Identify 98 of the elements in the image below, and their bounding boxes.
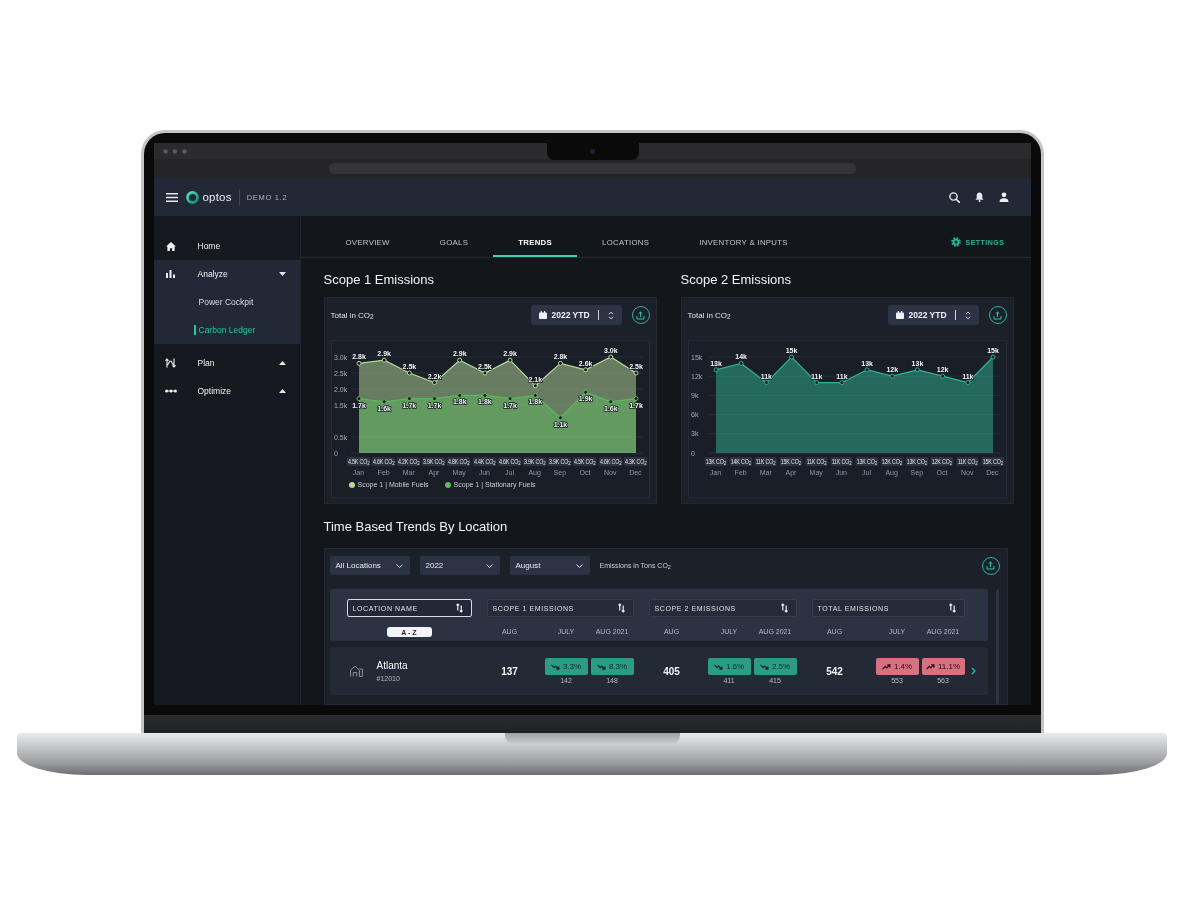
logo-ring-icon <box>185 190 199 204</box>
data-point <box>356 396 361 402</box>
data-point <box>532 392 538 398</box>
trend-down-icon <box>759 663 769 670</box>
change-percent: 3.3% <box>562 662 582 671</box>
search-icon[interactable] <box>948 191 960 203</box>
section-title: Time Based Trends By Location <box>323 519 509 535</box>
sort-arrows-icon <box>780 603 788 613</box>
trend-down-icon <box>713 663 723 670</box>
data-point <box>914 367 920 373</box>
change-percent: 1.4% <box>893 662 913 671</box>
trend-up-icon <box>881 663 891 670</box>
filter-dropdown[interactable]: August <box>509 556 590 575</box>
location-name: Atlanta <box>376 660 408 671</box>
sort-arrows-icon <box>617 603 625 613</box>
change-percent: 8.3% <box>608 662 628 671</box>
data-point <box>456 392 462 398</box>
connected-dots-icon <box>164 389 177 393</box>
caret-up-icon[interactable] <box>278 389 286 393</box>
sort-arrows-icon <box>948 603 956 613</box>
data-point <box>713 367 718 373</box>
change-percent: 2.5% <box>771 662 791 671</box>
filter-dropdown[interactable]: All Locations <box>329 556 410 575</box>
data-point <box>633 396 638 402</box>
data-point <box>788 354 794 360</box>
chevron-down-icon <box>485 563 493 568</box>
sidebar-item[interactable]: Analyze <box>153 260 300 288</box>
trend-up-icon <box>925 663 935 670</box>
data-point <box>481 392 487 398</box>
data-point <box>557 360 563 366</box>
data-point <box>939 373 945 379</box>
home-icon <box>165 241 176 251</box>
calendar-icon <box>538 311 547 319</box>
change-percent: 11.1% <box>937 662 961 671</box>
emission-value: 542 <box>825 665 844 677</box>
data-point <box>431 380 437 386</box>
sort-arrows-icon <box>455 603 463 613</box>
period-dropdown[interactable]: 2022 YTD <box>887 305 979 325</box>
data-point <box>507 357 513 363</box>
upload-icon <box>993 310 1002 320</box>
chart-subtitle: Total in CO$_{2}$ <box>687 310 731 320</box>
period-dropdown[interactable]: 2022 YTD <box>530 305 622 325</box>
data-point <box>356 360 361 366</box>
sidebar-item[interactable]: Plan <box>153 349 300 377</box>
user-icon[interactable] <box>998 192 1009 202</box>
change-percent: 1.6% <box>725 662 745 671</box>
upload-icon <box>986 561 995 570</box>
data-point <box>557 415 563 421</box>
data-point <box>633 370 638 376</box>
up-down-chevron-icon <box>607 310 614 320</box>
chevron-right-icon[interactable] <box>970 667 976 675</box>
data-point <box>582 389 588 395</box>
data-point <box>381 399 387 405</box>
data-point <box>532 383 538 389</box>
data-point <box>406 370 412 376</box>
bar-chart-icon <box>166 270 175 278</box>
data-point <box>964 380 970 386</box>
filter-dropdown[interactable]: 2022 <box>419 556 500 575</box>
data-point <box>607 354 613 360</box>
data-point <box>406 396 412 402</box>
building-icon <box>349 665 363 677</box>
upload-icon <box>636 310 645 320</box>
sidebar-subitem[interactable]: Carbon Ledger <box>153 316 300 344</box>
emission-value: 137 <box>500 665 519 677</box>
sidebar-item[interactable]: Home <box>153 232 300 260</box>
data-point <box>507 396 513 402</box>
gear-icon <box>951 237 962 247</box>
chevron-down-icon <box>395 563 403 568</box>
sidebar-subitem[interactable]: Power Cockpit <box>153 288 300 316</box>
chart-subtitle: Total in CO$_{2}$ <box>330 310 374 320</box>
data-point <box>990 354 995 360</box>
up-down-chevron-icon <box>964 310 971 320</box>
emission-value: 405 <box>662 665 681 677</box>
menu-icon[interactable] <box>165 192 178 202</box>
data-point <box>738 360 744 366</box>
data-point <box>381 357 387 363</box>
data-point <box>889 373 895 379</box>
section-title: Scope 2 Emissions <box>680 272 793 288</box>
data-point <box>431 396 437 402</box>
data-point <box>582 367 588 373</box>
bell-icon[interactable] <box>974 192 984 202</box>
data-point <box>763 380 769 386</box>
data-point <box>838 380 844 386</box>
data-point <box>607 399 613 405</box>
sidebar-item[interactable]: Optimize <box>153 377 300 405</box>
chevron-down-icon <box>575 563 583 568</box>
data-point <box>813 380 819 386</box>
up-down-arrows-icon <box>165 358 176 368</box>
trend-down-icon <box>596 663 606 670</box>
data-point <box>481 370 487 376</box>
trend-down-icon <box>550 663 560 670</box>
section-title: Scope 1 Emissions <box>323 272 436 288</box>
caret-down-icon[interactable] <box>278 272 286 276</box>
data-point <box>864 367 870 373</box>
logo-text: optos <box>202 191 232 203</box>
caret-up-icon[interactable] <box>278 361 286 365</box>
calendar-icon <box>895 311 904 319</box>
data-point <box>456 357 462 363</box>
